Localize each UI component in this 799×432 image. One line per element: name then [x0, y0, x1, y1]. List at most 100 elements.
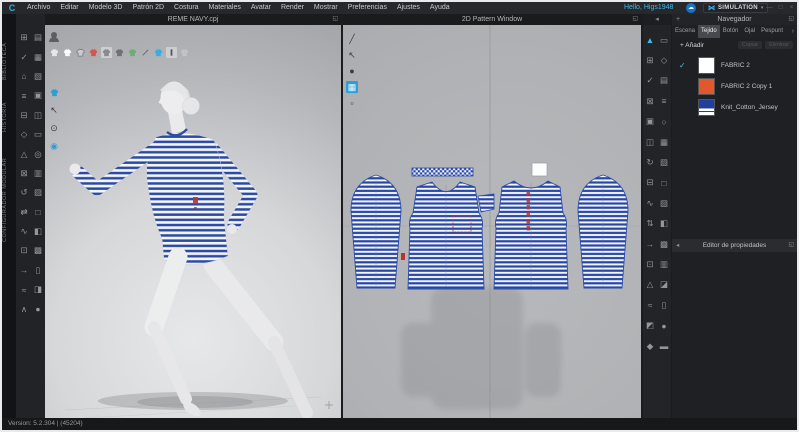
- user-greeting[interactable]: Hello, Higs1948: [624, 2, 673, 14]
- cloud-sync-icon[interactable]: ☁: [686, 3, 696, 13]
- tool-icon[interactable]: ⇄: [17, 203, 31, 222]
- tool-icon[interactable]: ◫: [31, 106, 45, 125]
- pattern-piece-neckband[interactable]: [411, 167, 474, 177]
- tab-boton[interactable]: Botón: [720, 25, 742, 38]
- tool-icon[interactable]: □: [657, 173, 671, 193]
- tool-icon[interactable]: ◎: [31, 144, 45, 163]
- tab-tejido[interactable]: Tejido: [698, 25, 720, 38]
- tool-icon[interactable]: ◨: [31, 280, 45, 299]
- menu-item[interactable]: Render: [276, 2, 309, 14]
- pattern-canvas[interactable]: [343, 25, 641, 418]
- menu-item[interactable]: Archivo: [22, 2, 55, 14]
- edit-pattern-icon[interactable]: ╱: [346, 33, 358, 45]
- tool-icon[interactable]: ✓: [643, 71, 657, 91]
- detach-panel-icon[interactable]: ◱: [788, 239, 794, 252]
- tool-icon[interactable]: ◆: [643, 336, 657, 356]
- add-fabric-button[interactable]: + Añadir: [680, 42, 704, 49]
- tool-icon[interactable]: ◧: [31, 222, 45, 241]
- simulation-dropdown[interactable]: ⋈ SIMULATION ▾: [703, 3, 769, 13]
- tool-icon[interactable]: ▲: [643, 30, 657, 50]
- tool-icon[interactable]: ⊠: [643, 91, 657, 111]
- menu-item[interactable]: Mostrar: [309, 2, 343, 14]
- tool-icon[interactable]: □: [31, 203, 45, 222]
- tool-icon[interactable]: ▨: [657, 193, 671, 213]
- menu-item[interactable]: Modelo 3D: [84, 2, 128, 14]
- pattern-piece-label-patch[interactable]: [531, 162, 548, 177]
- tool-icon[interactable]: ◇: [17, 125, 31, 144]
- tool-icon[interactable]: ↻: [643, 152, 657, 172]
- sidebar-tab-biblioteca[interactable]: BIBLIOTECA: [2, 28, 16, 94]
- maximize-button[interactable]: □: [775, 2, 786, 14]
- pattern-piece-pocket[interactable]: [477, 193, 495, 213]
- sidebar-tab-configurador-modular[interactable]: CONFIGURADOR MODULAR: [2, 140, 16, 260]
- tool-icon[interactable]: ≈: [643, 295, 657, 315]
- navigator-header[interactable]: + Navegador ◱: [672, 14, 797, 25]
- fabric-swatch[interactable]: [698, 57, 715, 74]
- tool-icon[interactable]: ⊞: [17, 28, 31, 47]
- tool-icon[interactable]: ▦: [31, 47, 45, 66]
- tool-icon[interactable]: ▭: [31, 125, 45, 144]
- tab-overflow-icon[interactable]: ›: [789, 25, 797, 38]
- fabric-swatch[interactable]: [698, 99, 715, 116]
- tool-icon[interactable]: ▭: [657, 30, 671, 50]
- tool-icon[interactable]: △: [643, 275, 657, 295]
- menu-item[interactable]: Costura: [169, 2, 204, 14]
- detach-window-icon[interactable]: ◱: [332, 14, 338, 25]
- collapse-panel-icon[interactable]: ◂: [676, 239, 679, 252]
- app-logo-icon[interactable]: C: [2, 3, 22, 13]
- tool-icon[interactable]: ⊟: [643, 173, 657, 193]
- tool-icon[interactable]: ●: [31, 299, 45, 318]
- viewport-2d-pattern[interactable]: ╱ ↖ ● ▦ ▫: [343, 25, 641, 418]
- tool-icon[interactable]: ▥: [657, 254, 671, 274]
- tool-icon[interactable]: ▯: [31, 261, 45, 280]
- avatar-3d-scene[interactable]: [45, 25, 341, 418]
- tool-icon[interactable]: ▤: [31, 28, 45, 47]
- menu-item[interactable]: Ajustes: [392, 2, 425, 14]
- tool-icon[interactable]: ∧: [17, 299, 31, 318]
- tool-icon[interactable]: ▬: [657, 336, 671, 356]
- close-button[interactable]: ×: [786, 2, 797, 14]
- delete-fabric-button[interactable]: Eliminar: [765, 41, 793, 49]
- sphere-view-icon[interactable]: ●: [346, 65, 358, 77]
- tool-icon[interactable]: ◫: [643, 132, 657, 152]
- fabric-list-item[interactable]: ✓ FABRIC 2: [672, 55, 797, 76]
- tool-icon[interactable]: ▦: [657, 132, 671, 152]
- tool-icon[interactable]: ↺: [17, 183, 31, 202]
- view2d-title-bar[interactable]: 2D Pattern Window ◱: [343, 14, 641, 25]
- property-editor-header[interactable]: ◂ Editor de propiedades ◱: [672, 239, 797, 252]
- detach-window-icon[interactable]: ◱: [632, 14, 638, 25]
- tool-icon[interactable]: ▤: [657, 71, 671, 91]
- copy-fabric-button[interactable]: Copiar: [737, 41, 763, 49]
- tool-icon[interactable]: ▧: [31, 67, 45, 86]
- fabric-list-item[interactable]: Knit_Cotton_Jersey: [672, 97, 797, 118]
- tool-icon[interactable]: ▣: [31, 86, 45, 105]
- menu-item[interactable]: Preferencias: [343, 2, 392, 14]
- menu-item[interactable]: Editar: [55, 2, 83, 14]
- tool-icon[interactable]: ◩: [643, 315, 657, 335]
- transform-pattern-icon[interactable]: ↖: [346, 49, 358, 61]
- sidebar-tab-historia[interactable]: HISTORIA: [2, 94, 16, 140]
- view3d-title-bar[interactable]: REME NAVY.cpj ◱: [45, 14, 341, 25]
- tool-icon[interactable]: ≡: [17, 86, 31, 105]
- collapse-panel-icon[interactable]: ◂: [655, 16, 659, 23]
- small-tool-icon[interactable]: ▫: [346, 97, 358, 109]
- viewport-3d[interactable]: ↖ ⊙ ◉: [45, 25, 341, 418]
- view-gizmo-icon[interactable]: [325, 401, 333, 409]
- menu-item[interactable]: Ayuda: [425, 2, 455, 14]
- fabric-swatch[interactable]: [698, 78, 715, 95]
- tool-icon[interactable]: ≡: [657, 91, 671, 111]
- minimize-button[interactable]: —: [764, 2, 775, 14]
- texture-edit-icon[interactable]: ▦: [346, 81, 358, 93]
- tool-icon[interactable]: ⊟: [17, 106, 31, 125]
- tool-icon[interactable]: ◧: [657, 214, 671, 234]
- tool-icon[interactable]: ⊡: [643, 254, 657, 274]
- tool-icon[interactable]: ○: [657, 112, 671, 132]
- tool-icon[interactable]: △: [17, 144, 31, 163]
- tool-icon[interactable]: ▯: [657, 295, 671, 315]
- menu-item[interactable]: Materiales: [204, 2, 246, 14]
- tool-icon[interactable]: ⊡: [17, 241, 31, 260]
- fabric-list-item[interactable]: FABRIC 2 Copy 1: [672, 76, 797, 97]
- menu-item[interactable]: Patrón 2D: [128, 2, 170, 14]
- detach-panel-icon[interactable]: ◱: [788, 14, 794, 25]
- tool-icon[interactable]: ◇: [657, 50, 671, 70]
